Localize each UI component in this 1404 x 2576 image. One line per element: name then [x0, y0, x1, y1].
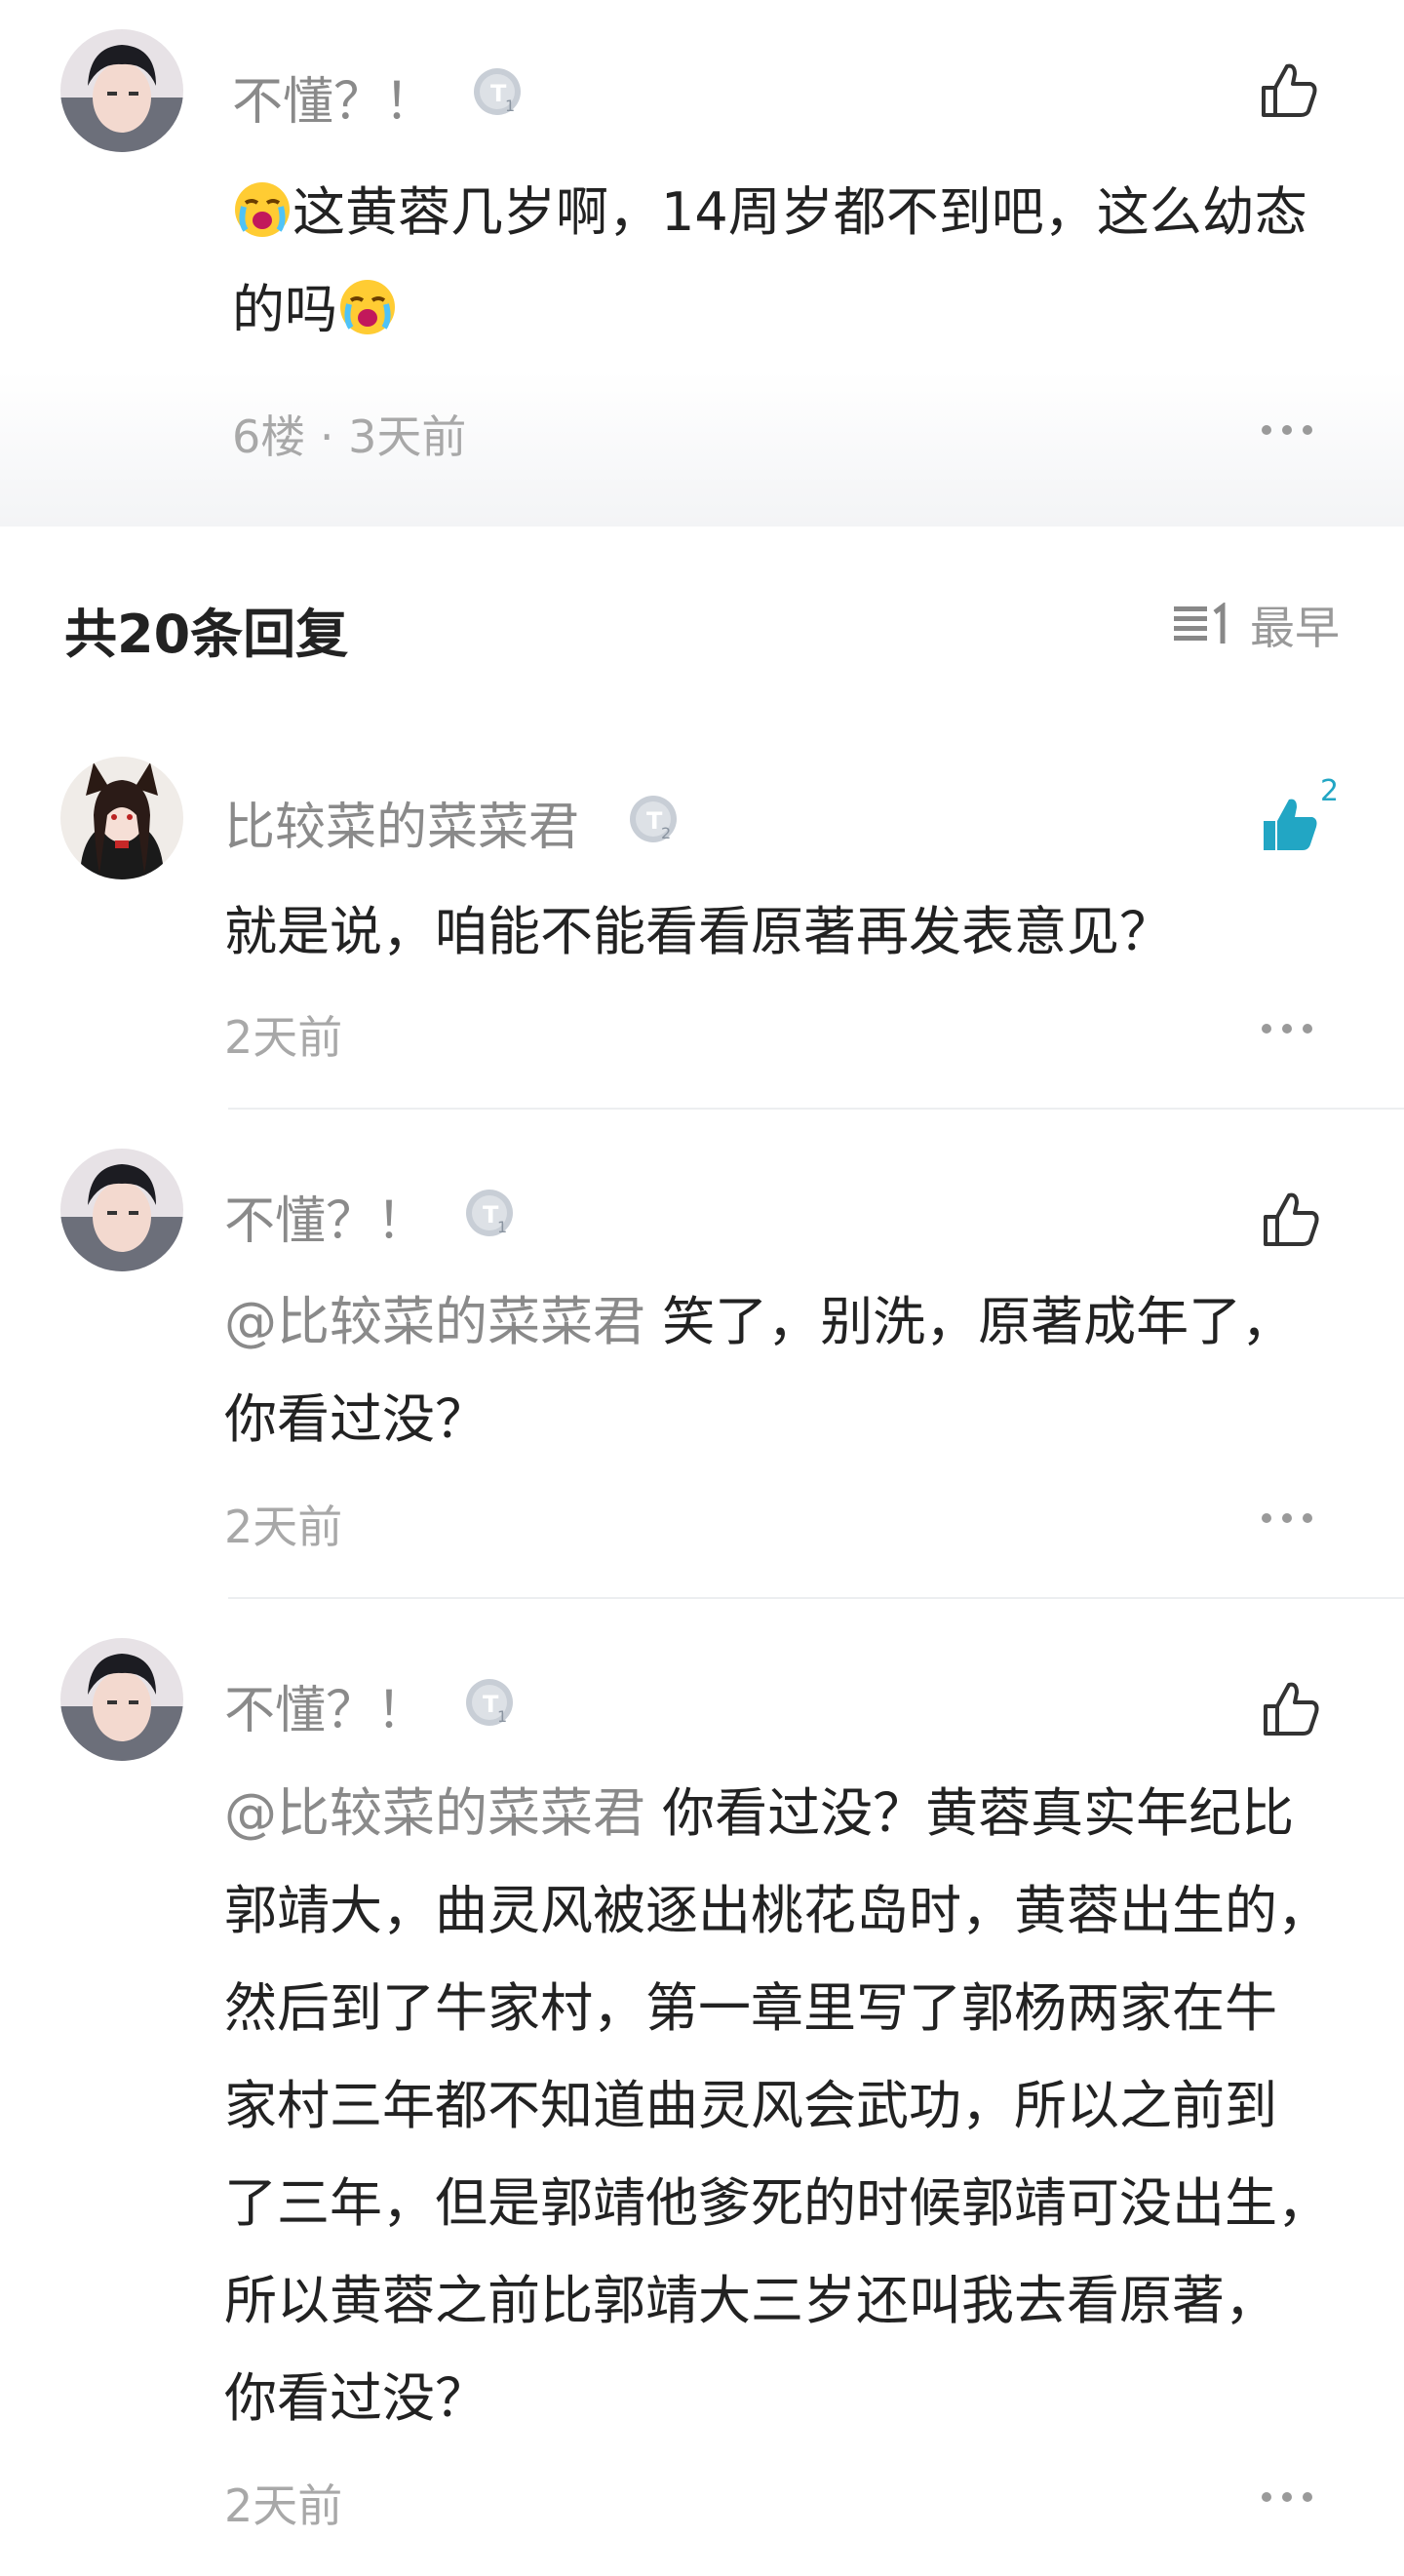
divider	[228, 1597, 1404, 1599]
reply-text-line: 你看过没？	[224, 2367, 488, 2429]
reply-time: 2天前	[224, 2479, 343, 2532]
reply-text-line: 家村三年都不知道曲灵风会武功，所以之前到	[224, 2075, 1277, 2136]
like-icon[interactable]	[1258, 1188, 1322, 1252]
more-icon[interactable]	[1260, 1022, 1314, 1035]
level-badge-icon: T 2	[630, 796, 677, 842]
reply-text-line1: 你看过没？黄蓉真实年纪比	[662, 1782, 1295, 1844]
like-icon-active[interactable]	[1258, 792, 1322, 856]
username[interactable]: 不懂？！	[224, 1669, 427, 1742]
sort-order-icon	[1174, 603, 1226, 644]
comment-text-line1: 这黄蓉几岁啊，14周岁都不到吧，这么幼态	[292, 181, 1307, 243]
crying-emoji-icon	[232, 174, 292, 237]
level-badge-icon: T 1	[466, 1679, 513, 1726]
reply-text: @比较菜的菜菜君 你看过没？黄蓉真实年纪比 郭靖大，曲灵风被逐出桃花岛时，黄蓉出…	[224, 1765, 1330, 2447]
reply-text-line: 然后到了牛家村，第一章里写了郭杨两家在牛	[224, 1977, 1277, 2039]
reply-text-line: 所以黄蓉之前比郭靖大三岁还叫我去看原著，	[224, 2270, 1277, 2331]
more-icon[interactable]	[1260, 2490, 1314, 2504]
reply-text-line: 了三年，但是郭靖他爹死的时候郭靖可没出生，	[224, 2172, 1330, 2234]
reply-time: 2天前	[224, 1501, 343, 1553]
avatar[interactable]	[60, 1149, 183, 1271]
replies-count-title: 共20条回复	[64, 604, 349, 665]
more-icon[interactable]	[1260, 1511, 1314, 1525]
comment-text-line2: 的吗	[232, 279, 337, 340]
crying-emoji-icon	[337, 271, 398, 334]
svg-text:1: 1	[497, 1707, 507, 1726]
avatar[interactable]	[60, 757, 183, 879]
sort-label: 最早	[1250, 602, 1340, 654]
level-badge-icon: T 1	[466, 1190, 513, 1236]
reply-text: 就是说，咱能不能看看原著再发表意见？	[224, 901, 1172, 962]
username[interactable]: 不懂？！	[232, 60, 435, 134]
svg-text:1: 1	[505, 97, 515, 115]
reply-text-line2: 你看过没？	[224, 1388, 488, 1450]
svg-text:2: 2	[661, 824, 671, 842]
reply-time: 2天前	[224, 1011, 343, 1064]
avatar[interactable]	[60, 29, 183, 152]
level-badge-icon: T 1	[474, 68, 521, 115]
avatar[interactable]	[60, 1638, 183, 1761]
username[interactable]: 比较菜的菜菜君	[224, 786, 579, 859]
mention-link[interactable]: @比较菜的菜菜君	[224, 1291, 645, 1352]
comment-text: 这黄蓉几岁啊，14周岁都不到吧，这么幼态 的吗	[232, 164, 1353, 359]
sort-button[interactable]: 最早	[1172, 593, 1340, 657]
svg-text:1: 1	[497, 1218, 507, 1236]
more-icon[interactable]	[1260, 423, 1314, 437]
username[interactable]: 不懂？！	[224, 1180, 427, 1253]
like-icon[interactable]	[1258, 1677, 1322, 1741]
like-count: 2	[1320, 774, 1340, 808]
like-icon[interactable]	[1256, 59, 1320, 123]
mention-link[interactable]: @比较菜的菜菜君	[224, 1782, 645, 1844]
reply-text: @比较菜的菜菜君 笑了，别洗，原著成年了， 你看过没？	[224, 1273, 1294, 1468]
reply-text-line1: 笑了，别洗，原著成年了，	[662, 1291, 1295, 1352]
divider	[228, 1108, 1404, 1110]
reply-text-line: 郭靖大，曲灵风被逐出桃花岛时，黄蓉出生的，	[224, 1880, 1330, 1941]
comment-meta: 6楼 · 3天前	[232, 410, 467, 463]
